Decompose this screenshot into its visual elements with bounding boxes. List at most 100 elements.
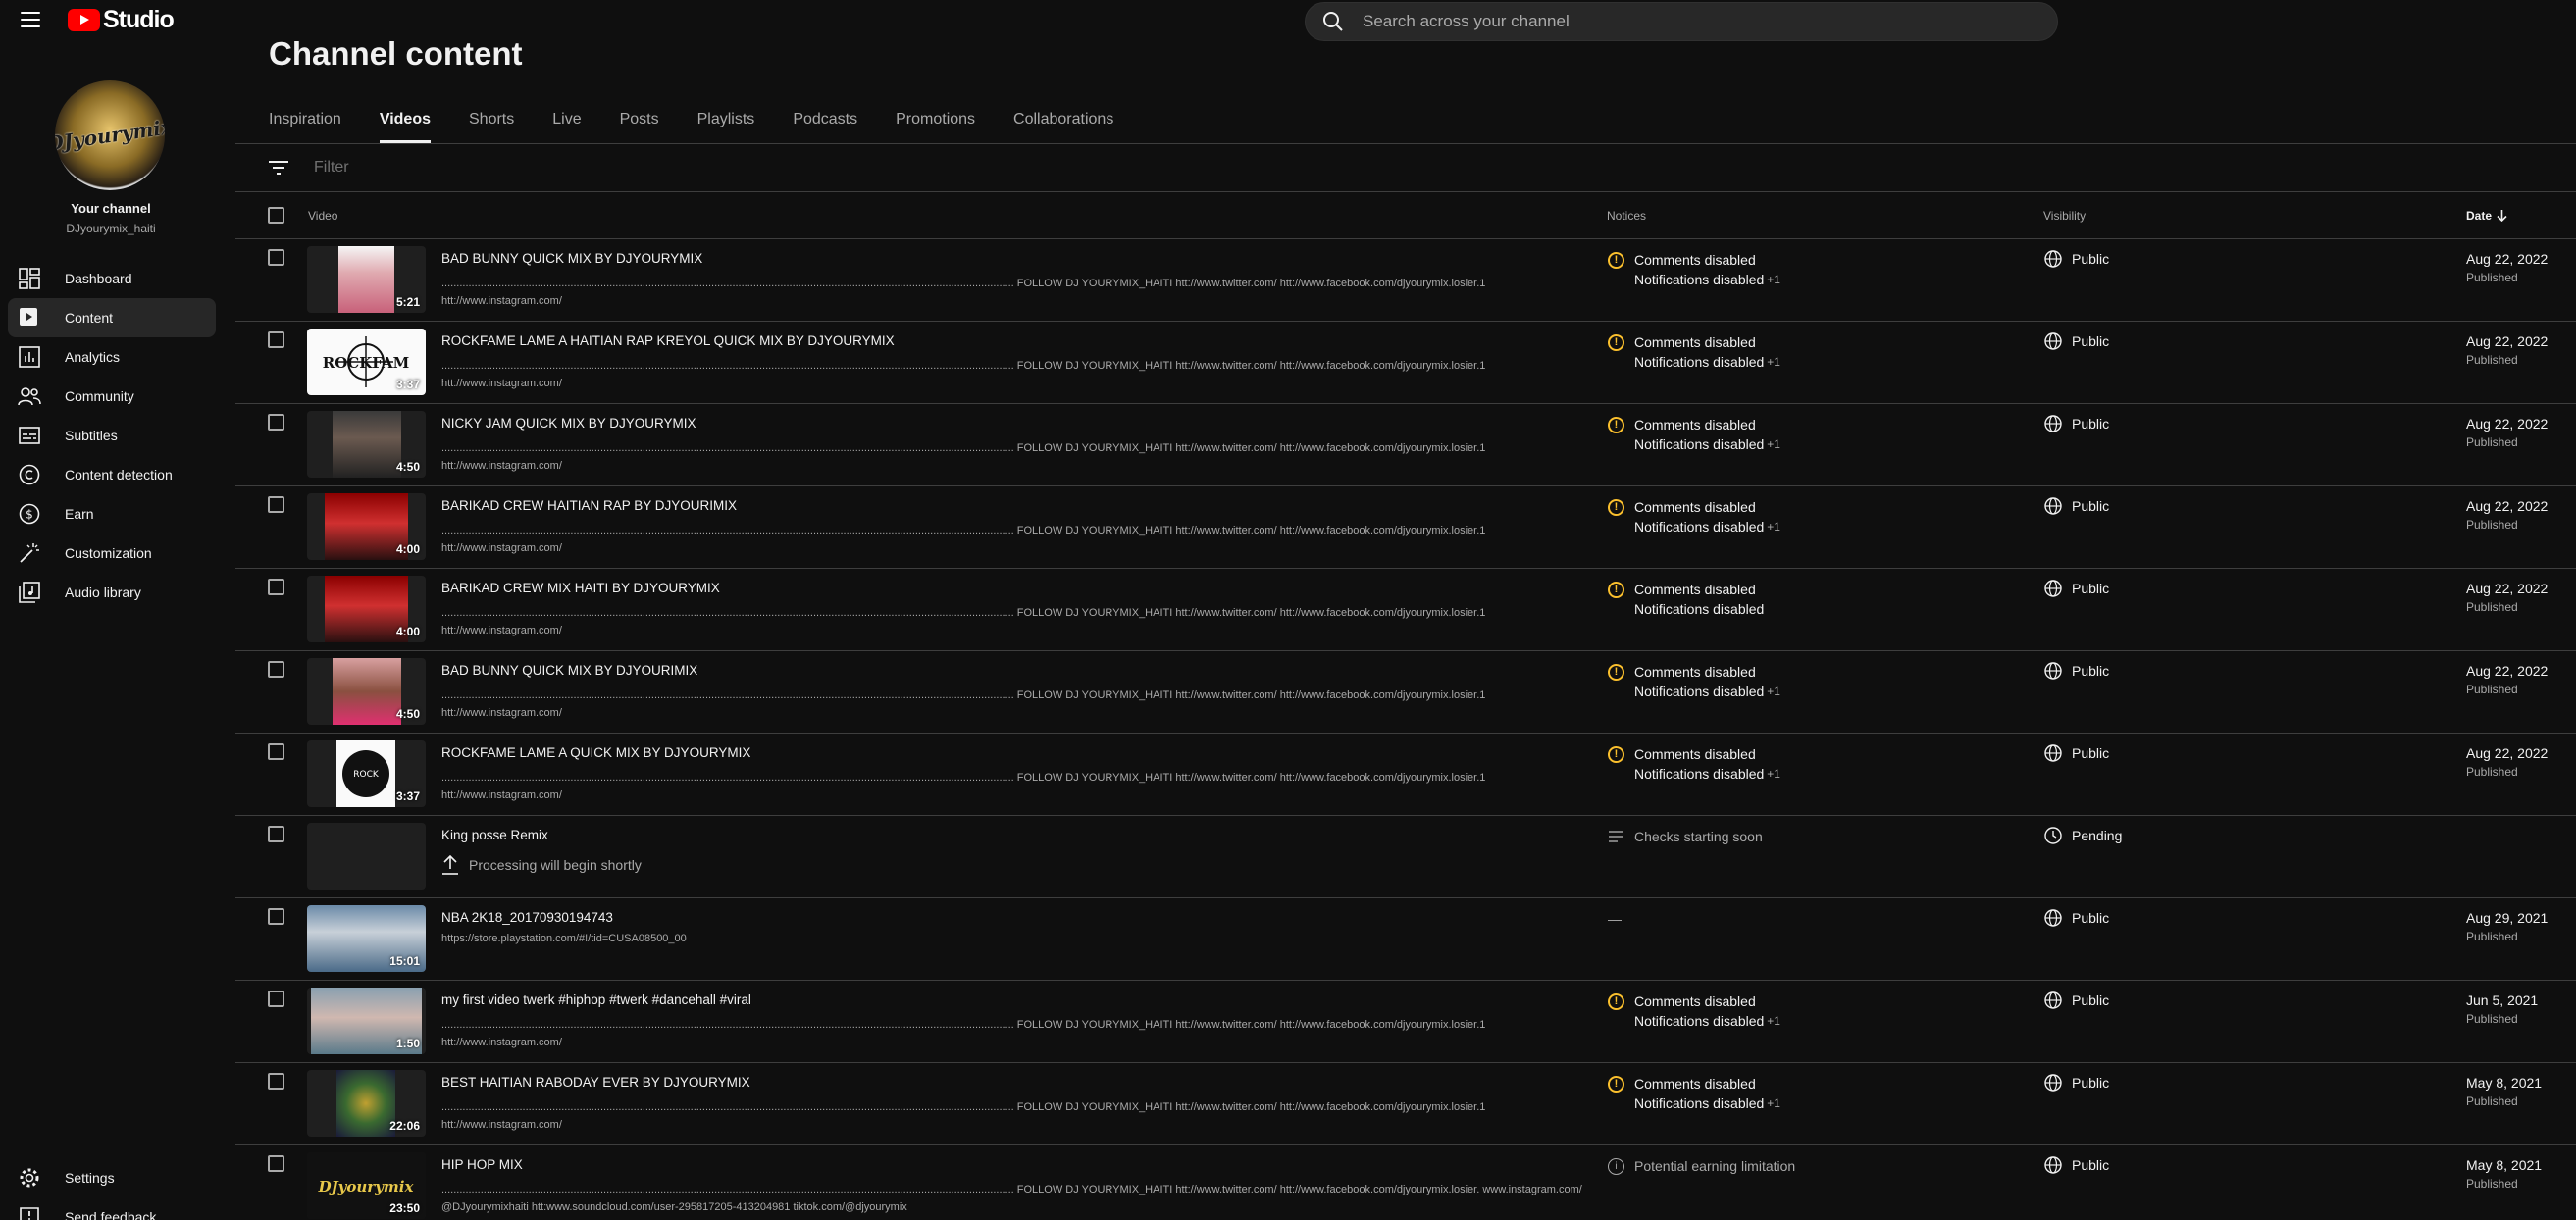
table-row[interactable]: 15:01 NBA 2K18_20170930194743 https://st…	[235, 898, 2576, 981]
column-notices[interactable]: Notices	[1607, 209, 1646, 223]
video-title[interactable]: HIP HOP MIX	[441, 1157, 523, 1172]
table-row[interactable]: 4:50 NICKY JAM QUICK MIX BY DJYOURYMIX .…	[235, 404, 2576, 486]
row-checkbox[interactable]	[268, 1155, 284, 1172]
video-thumbnail[interactable]: 15:01	[307, 905, 426, 972]
video-thumbnail[interactable]: 5:21	[307, 246, 426, 313]
sidebar-item-content[interactable]: Content	[8, 298, 216, 337]
notices-cell[interactable]: ! Comments disabled Notifications disable…	[1608, 744, 1780, 784]
video-thumbnail[interactable]: 4:50	[307, 411, 426, 478]
sidebar-item-analytics[interactable]: Analytics	[8, 337, 216, 377]
video-title[interactable]: NBA 2K18_20170930194743	[441, 910, 613, 925]
row-checkbox[interactable]	[268, 1073, 284, 1090]
visibility-cell[interactable]: Public	[2044, 909, 2109, 927]
video-title[interactable]: BAD BUNNY QUICK MIX BY DJYOURYMIX	[441, 251, 702, 266]
tab-live[interactable]: Live	[552, 98, 581, 143]
video-thumbnail[interactable]: DJyourymix 23:50	[307, 1152, 426, 1219]
video-thumbnail[interactable]	[307, 823, 426, 890]
tab-videos[interactable]: Videos	[379, 98, 431, 143]
visibility-cell[interactable]: Public	[2044, 991, 2109, 1009]
table-row[interactable]: 1:50 my first video twerk #hiphop #twerk…	[235, 981, 2576, 1063]
tab-promotions[interactable]: Promotions	[896, 98, 975, 143]
video-title[interactable]: NICKY JAM QUICK MIX BY DJYOURYMIX	[441, 416, 696, 431]
column-visibility[interactable]: Visibility	[2043, 209, 2086, 223]
tab-shorts[interactable]: Shorts	[469, 98, 514, 143]
notices-cell[interactable]: i Potential earning limitation	[1608, 1156, 1795, 1176]
row-checkbox[interactable]	[268, 496, 284, 513]
video-title[interactable]: BAD BUNNY QUICK MIX BY DJYOURIMIX	[441, 663, 697, 678]
notices-cell[interactable]: ! Comments disabled Notifications disable…	[1608, 662, 1780, 701]
sidebar-item-earn[interactable]: $ Earn	[8, 494, 216, 534]
table-row[interactable]: 22:06 BEST HAITIAN RABODAY EVER BY DJYOU…	[235, 1063, 2576, 1145]
video-title[interactable]: BARIKAD CREW MIX HAITI BY DJYOURYMIX	[441, 581, 720, 595]
table-row[interactable]: ROCK 3:37 ROCKFAME LAME A QUICK MIX BY D…	[235, 734, 2576, 816]
tab-collaborations[interactable]: Collaborations	[1013, 98, 1113, 143]
visibility-cell[interactable]: Public	[2044, 415, 2109, 432]
table-row[interactable]: 4:50 BAD BUNNY QUICK MIX BY DJYOURIMIX .…	[235, 651, 2576, 734]
row-checkbox[interactable]	[268, 661, 284, 678]
notices-cell[interactable]: ! Comments disabled Notifications disable…	[1608, 332, 1780, 372]
video-thumbnail[interactable]: 4:50	[307, 658, 426, 725]
video-title[interactable]: BEST HAITIAN RABODAY EVER BY DJYOURYMIX	[441, 1075, 750, 1090]
table-row[interactable]: 5:21 BAD BUNNY QUICK MIX BY DJYOURYMIX .…	[235, 239, 2576, 322]
sidebar-item-audio-library[interactable]: Audio library	[8, 573, 216, 612]
notices-cell[interactable]: ! Comments disabled Notifications disable…	[1608, 497, 1780, 536]
video-title[interactable]: ROCKFAME LAME A QUICK MIX BY DJYOURYMIX	[441, 745, 750, 760]
row-checkbox[interactable]	[268, 991, 284, 1007]
studio-logo[interactable]: Studio	[68, 6, 175, 34]
notices-cell[interactable]: ! Comments disabled Notifications disable…	[1608, 1074, 1780, 1113]
filter-icon[interactable]	[269, 160, 288, 176]
visibility-cell[interactable]: Pending	[2044, 827, 2122, 844]
video-title[interactable]: BARIKAD CREW HAITIAN RAP BY DJYOURIMIX	[441, 498, 737, 513]
row-checkbox[interactable]	[268, 826, 284, 842]
sidebar-item-customization[interactable]: Customization	[8, 534, 216, 573]
video-thumbnail[interactable]: 22:06	[307, 1070, 426, 1137]
column-video[interactable]: Video	[308, 209, 337, 223]
sidebar-item-dashboard[interactable]: Dashboard	[8, 259, 216, 298]
row-checkbox[interactable]	[268, 249, 284, 266]
channel-avatar[interactable]: DJyourymix	[55, 80, 165, 190]
video-thumbnail[interactable]: ROCKFAM 3:37	[307, 329, 426, 395]
search-input[interactable]	[1363, 12, 1990, 31]
hamburger-menu-icon[interactable]	[20, 10, 41, 29]
table-row[interactable]: 4:00 BARIKAD CREW MIX HAITI BY DJYOURYMI…	[235, 569, 2576, 651]
table-row[interactable]: DJyourymix 23:50 HIP HOP MIX ...........…	[235, 1145, 2576, 1220]
video-title[interactable]: King posse Remix	[441, 828, 548, 842]
row-checkbox[interactable]	[268, 414, 284, 431]
notices-cell[interactable]: ! Comments disabled Notifications disable…	[1608, 580, 1767, 619]
sidebar-item-content-detection[interactable]: Content detection	[8, 455, 216, 494]
visibility-cell[interactable]: Public	[2044, 497, 2109, 515]
column-date[interactable]: Date	[2466, 209, 2507, 223]
video-thumbnail[interactable]: ROCK 3:37	[307, 740, 426, 807]
row-checkbox[interactable]	[268, 743, 284, 760]
tab-inspiration[interactable]: Inspiration	[269, 98, 341, 143]
search-box[interactable]	[1305, 2, 2058, 41]
video-thumbnail[interactable]: 4:00	[307, 576, 426, 642]
table-row[interactable]: King posse Remix Processing will begin s…	[235, 816, 2576, 898]
tab-posts[interactable]: Posts	[620, 98, 659, 143]
visibility-cell[interactable]: Public	[2044, 250, 2109, 268]
visibility-cell[interactable]: Public	[2044, 580, 2109, 597]
filter-input[interactable]: Filter	[314, 159, 349, 177]
sidebar-item-community[interactable]: Community	[8, 377, 216, 416]
row-checkbox[interactable]	[268, 579, 284, 595]
sidebar-item-settings[interactable]: Settings	[8, 1158, 216, 1197]
filter-bar[interactable]: Filter	[269, 144, 349, 191]
notices-cell[interactable]: ! Comments disabled Notifications disable…	[1608, 415, 1780, 454]
row-checkbox[interactable]	[268, 908, 284, 925]
table-row[interactable]: 4:00 BARIKAD CREW HAITIAN RAP BY DJYOURI…	[235, 486, 2576, 569]
notices-cell[interactable]: ! Comments disabled Notifications disable…	[1608, 250, 1780, 289]
sidebar-item-subtitles[interactable]: Subtitles	[8, 416, 216, 455]
tab-playlists[interactable]: Playlists	[697, 98, 755, 143]
visibility-cell[interactable]: Public	[2044, 332, 2109, 350]
notices-cell[interactable]: ! Comments disabled Notifications disable…	[1608, 991, 1780, 1031]
video-thumbnail[interactable]: 4:00	[307, 493, 426, 560]
video-thumbnail[interactable]: 1:50	[307, 988, 426, 1054]
video-title[interactable]: ROCKFAME LAME A HAITIAN RAP KREYOL QUICK…	[441, 333, 895, 348]
sidebar-item-send-feedback[interactable]: Send feedback	[8, 1197, 216, 1220]
table-row[interactable]: ROCKFAM 3:37 ROCKFAME LAME A HAITIAN RAP…	[235, 322, 2576, 404]
row-checkbox[interactable]	[268, 331, 284, 348]
visibility-cell[interactable]: Public	[2044, 744, 2109, 762]
visibility-cell[interactable]: Public	[2044, 1156, 2109, 1174]
select-all-checkbox[interactable]	[268, 207, 284, 224]
visibility-cell[interactable]: Public	[2044, 1074, 2109, 1092]
